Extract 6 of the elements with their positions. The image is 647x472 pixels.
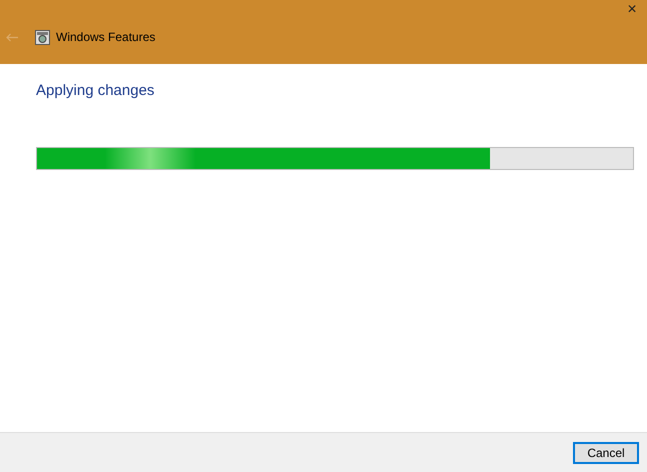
heading: Applying changes <box>36 81 156 101</box>
window-features-icon <box>35 30 50 44</box>
cancel-button[interactable]: Cancel <box>573 442 639 464</box>
back-arrow-icon[interactable] <box>6 32 18 42</box>
close-button[interactable]: × <box>617 0 647 20</box>
window-title: Windows Features <box>56 29 156 46</box>
